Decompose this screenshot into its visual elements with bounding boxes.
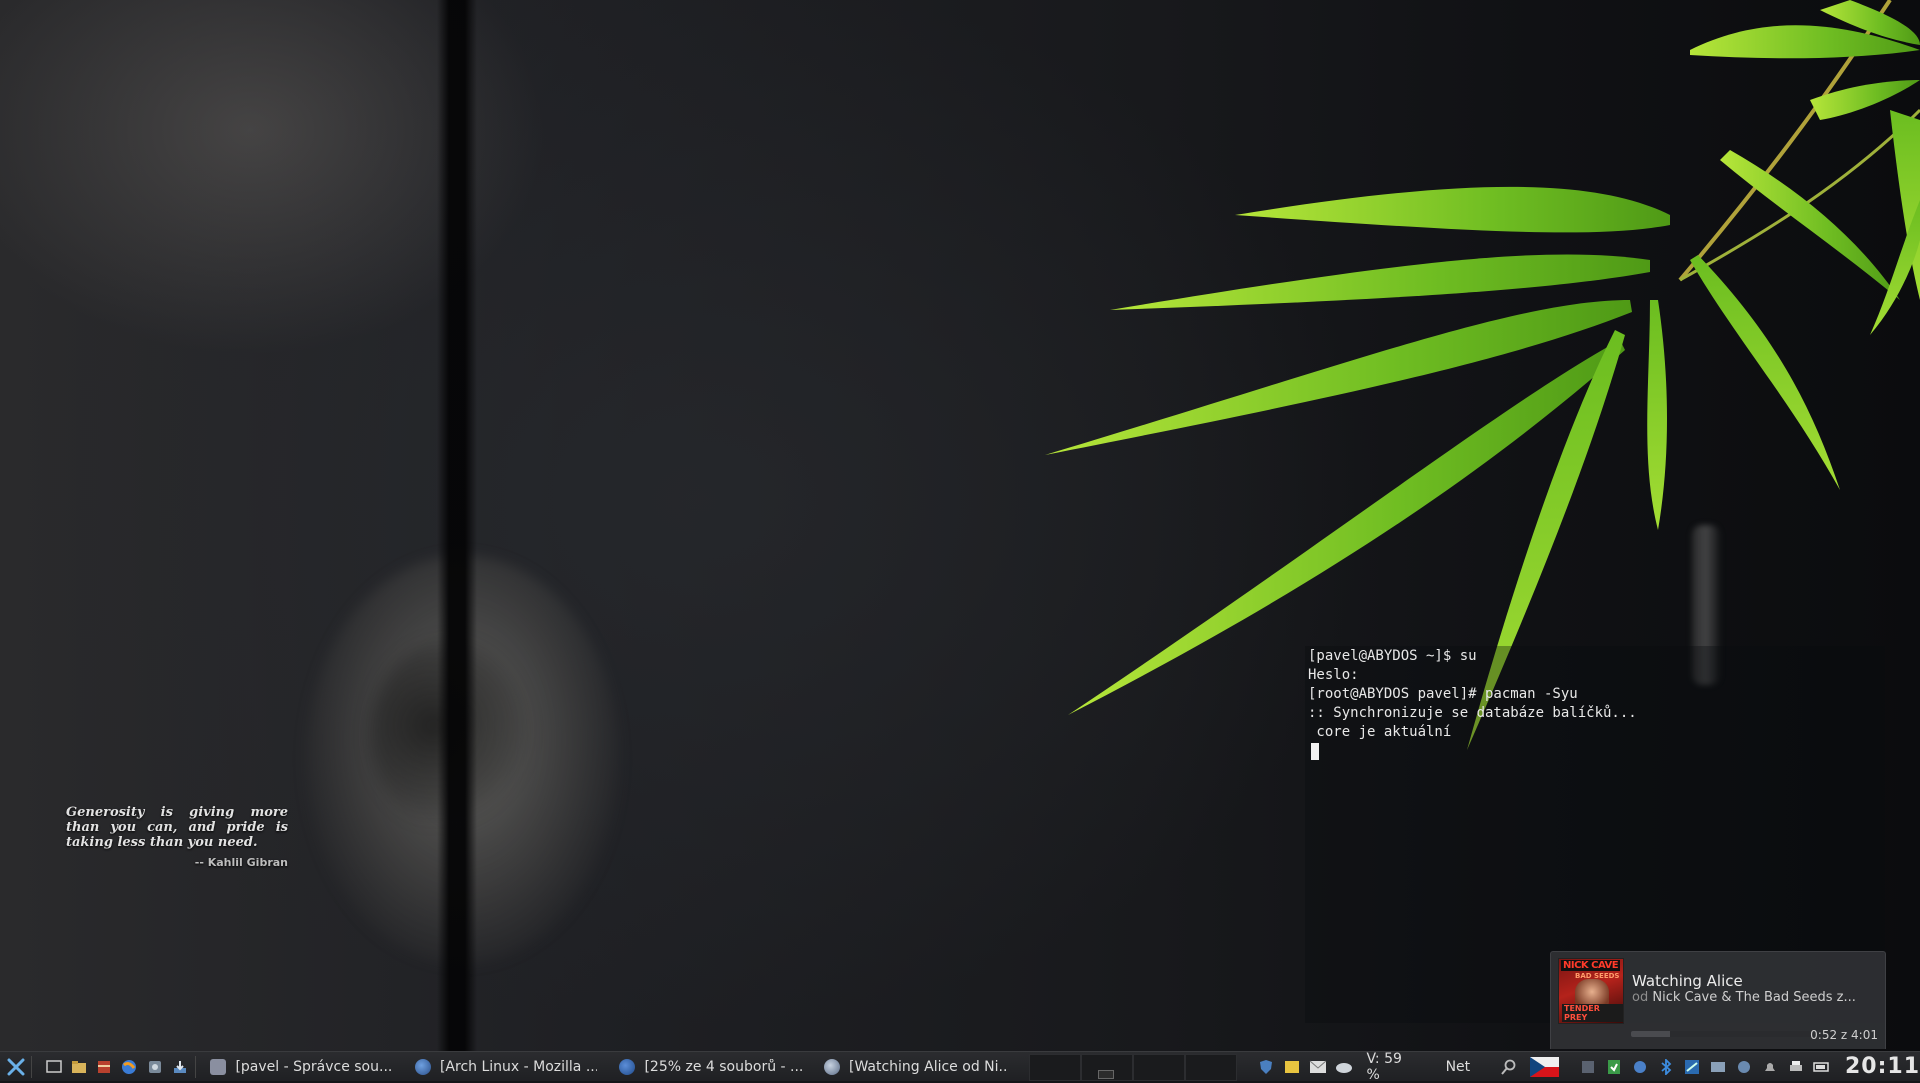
task-file-manager[interactable]: [pavel - Správce sou... — [202, 1053, 401, 1080]
archive-icon[interactable] — [95, 1057, 114, 1077]
terminal-line: Heslo: — [1308, 667, 1359, 683]
album-art-title: TENDER PREY — [1562, 1004, 1623, 1022]
wallpaper-door-gap — [437, 0, 477, 1051]
firefox-icon — [414, 1058, 431, 1075]
browser-icon[interactable] — [120, 1057, 139, 1077]
terminal-prompt[interactable] — [1308, 742, 1885, 761]
mail-icon[interactable] — [1309, 1058, 1327, 1076]
workspace-1[interactable] — [1028, 1054, 1081, 1081]
notification-bell-icon[interactable] — [1761, 1058, 1779, 1076]
shield-icon[interactable] — [1257, 1058, 1275, 1076]
terminal-line: [pavel@ABYDOS ~]$ su — [1308, 648, 1477, 664]
printer-icon[interactable] — [1787, 1058, 1805, 1076]
terminal-line: [root@ABYDOS pavel]# pacman -Syu — [1308, 686, 1578, 702]
task-label: [Arch Linux - Mozilla ... — [439, 1058, 598, 1075]
task-music-player[interactable]: [Watching Alice od Ni... — [816, 1053, 1015, 1080]
pager-window — [1097, 1070, 1114, 1079]
terminal-cursor — [1311, 742, 1319, 760]
album-art-artist: NICK CAVE — [1561, 960, 1621, 971]
network-manager-icon[interactable] — [1709, 1058, 1727, 1076]
track-artist: od Nick Cave & The Bad Seeds z... — [1632, 990, 1877, 1005]
search-icon[interactable] — [1500, 1058, 1518, 1076]
task-label: [Watching Alice od Ni... — [848, 1058, 1007, 1075]
download-icon — [619, 1058, 636, 1075]
quote-author: -- Kahlil Gibran — [194, 856, 288, 869]
notes-icon[interactable] — [1283, 1058, 1301, 1076]
quote-text: Generosity is giving more than you can, … — [66, 805, 288, 850]
globe-icon[interactable] — [1735, 1058, 1753, 1076]
czech-flag-icon[interactable] — [1530, 1056, 1559, 1077]
track-progress-fill — [1631, 1031, 1671, 1037]
terminal-line: core je aktuální — [1308, 724, 1452, 740]
weather-icon[interactable] — [1335, 1058, 1353, 1076]
workspace-pager — [1028, 1054, 1237, 1081]
show-desktop-icon[interactable] — [44, 1057, 63, 1077]
terminal-line: :: Synchronizuje se databáze balíčků... — [1308, 705, 1637, 721]
workspace-4[interactable] — [1184, 1054, 1237, 1081]
task-label: [25% ze 4 souborů - ... — [644, 1058, 802, 1075]
system-tray — [1253, 1058, 1357, 1076]
now-playing-notification[interactable]: NICK CAVE BAD SEEDS TENDER PREY Watching… — [1550, 951, 1886, 1049]
task-download[interactable]: [25% ze 4 souborů - ... — [611, 1053, 810, 1080]
artist-name: Nick Cave & The Bad Seeds z... — [1652, 990, 1856, 1005]
taskbar-separator — [195, 1055, 197, 1078]
task-label: [pavel - Správce sou... — [235, 1058, 393, 1075]
track-time: 0:52 z 4:01 — [1810, 1028, 1878, 1042]
clock[interactable]: 20:11 — [1845, 1054, 1920, 1079]
track-progress-bar[interactable] — [1631, 1031, 1813, 1037]
taskbar-separator — [31, 1055, 33, 1078]
menu-icon[interactable] — [6, 1057, 25, 1077]
settings-icon[interactable] — [145, 1057, 164, 1077]
system-tray-right — [1496, 1058, 1522, 1076]
file-manager-icon — [210, 1058, 227, 1075]
system-tray-icons — [1575, 1058, 1835, 1076]
screenshot-icon[interactable] — [1579, 1058, 1597, 1076]
bluetooth-icon[interactable] — [1657, 1058, 1675, 1076]
sync-icon[interactable] — [1631, 1058, 1649, 1076]
workspace-2[interactable] — [1080, 1054, 1133, 1081]
file-manager-icon[interactable] — [69, 1057, 88, 1077]
taskbar: [pavel - Správce sou... [Arch Linux - Mo… — [0, 1051, 1920, 1083]
wifi-icon[interactable] — [1683, 1058, 1701, 1076]
workspace-3[interactable] — [1132, 1054, 1185, 1081]
track-title: Watching Alice — [1632, 972, 1743, 990]
download-icon[interactable] — [170, 1057, 189, 1077]
music-player-icon — [823, 1058, 840, 1075]
artist-prefix: od — [1632, 990, 1649, 1005]
battery-icon[interactable] — [1813, 1058, 1831, 1076]
network-indicator[interactable]: Net — [1446, 1059, 1471, 1075]
task-firefox[interactable]: [Arch Linux - Mozilla ... — [407, 1053, 606, 1080]
volume-indicator[interactable]: V: 59 % — [1367, 1051, 1418, 1083]
album-art: NICK CAVE BAD SEEDS TENDER PREY — [1558, 958, 1624, 1024]
update-icon[interactable] — [1605, 1058, 1623, 1076]
